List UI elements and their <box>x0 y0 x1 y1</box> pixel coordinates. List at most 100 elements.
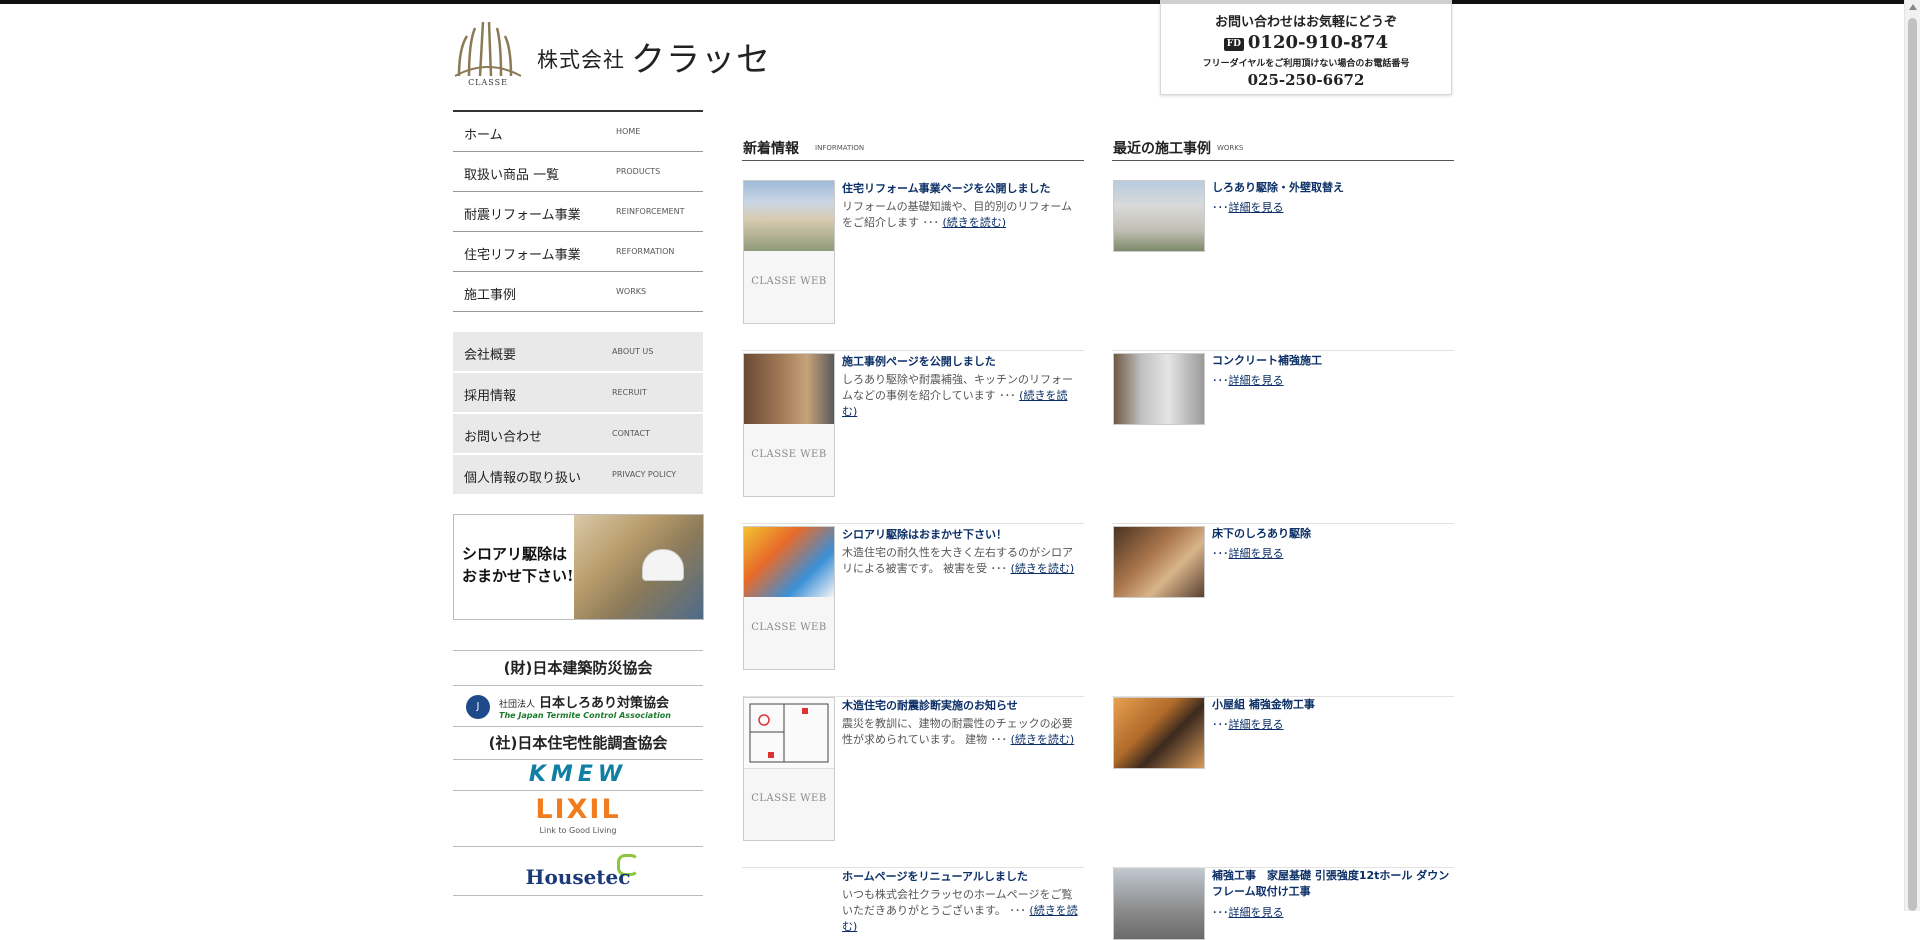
work-item: しろあり駆除・外壁取替え ･･･詳細を見る <box>1112 180 1454 351</box>
nav-label-jp: 住宅リフォーム事業 <box>464 248 581 263</box>
housetec-logo: Housetec <box>525 865 631 889</box>
logo-mark-icon: CLASSE <box>454 21 522 86</box>
nav-item-contact[interactable]: お問い合わせ CONTACT <box>453 414 703 454</box>
scroll-up-icon[interactable] <box>1909 4 1917 10</box>
scrollbar-thumb[interactable] <box>1908 18 1917 911</box>
news-title[interactable]: ホームページをリニューアルしました <box>842 868 1082 884</box>
news-thumbnail[interactable]: CLASSE WEB <box>743 353 835 497</box>
page-scrollbar[interactable] <box>1904 0 1920 911</box>
floorplan-icon <box>744 698 834 769</box>
partner-links: (財)日本建築防災協会 J 社団法人 日本しろあり対策協会 The Japan T… <box>453 650 703 896</box>
partner-housetec[interactable]: Housetec <box>453 847 703 896</box>
work-title[interactable]: 小屋組 補強金物工事 <box>1212 697 1452 713</box>
secondary-nav: 会社概要 ABOUT US 採用情報 RECRUIT お問い合わせ CONTACT 個… <box>453 332 703 496</box>
work-thumbnail[interactable] <box>1113 526 1205 598</box>
partner-lixil[interactable]: LIXIL Link to Good Living <box>453 791 703 847</box>
lixil-tagline: Link to Good Living <box>539 826 617 835</box>
termite-association-prefix: 社団法人 <box>499 700 536 710</box>
freedial-number[interactable]: FD 0120-910-874 <box>1161 32 1451 53</box>
nav-item-about[interactable]: 会社概要 ABOUT US <box>453 332 703 372</box>
floorplan-drawing-icon <box>749 703 829 763</box>
nav-label-en: PRIVACY POLICY <box>612 470 677 479</box>
building-photo-icon <box>744 354 834 424</box>
main-nav: ホーム HOME 取扱い商品 一覧 PRODUCTS 耐震リフォーム事業 REINFO… <box>453 110 703 312</box>
company-prefix: 株式会社 <box>537 48 625 72</box>
news-item: ホームページをリニューアルしました いつも株式会社クラッセのホームページをご覧い… <box>742 868 1084 933</box>
work-thumbnail[interactable] <box>1113 697 1205 769</box>
work-thumbnail[interactable] <box>1113 180 1205 252</box>
work-item: 床下のしろあり駆除 ･･･詳細を見る <box>1112 526 1454 697</box>
news-body: リフォームの基礎知識や、目的別のリフォームをご紹介します ･･･ (続きを読む) <box>842 200 1073 229</box>
nav-label-en: WORKS <box>616 287 647 296</box>
work-title[interactable]: コンクリート補強施工 <box>1212 353 1452 369</box>
site-logo[interactable]: CLASSE 株式会社 クラッセ <box>453 18 770 88</box>
nav-item-recruit[interactable]: 採用情報 RECRUIT <box>453 373 703 413</box>
partner-termite-association[interactable]: J 社団法人 日本しろあり対策協会 The Japan Termite Contr… <box>453 686 703 727</box>
work-thumbnail[interactable] <box>1113 868 1205 940</box>
works-title-en: WORKS <box>1217 144 1244 152</box>
work-title[interactable]: しろあり駆除・外壁取替え <box>1212 180 1452 196</box>
news-section-title: 新着情報 INFORMATION <box>742 136 1084 161</box>
work-thumbnail[interactable] <box>1113 353 1205 425</box>
news-item: CLASSE WEB 住宅リフォーム事業ページを公開しました リフォームの基礎知… <box>742 180 1084 351</box>
work-detail-link[interactable]: ･･･詳細を見る <box>1212 716 1284 732</box>
read-more-link[interactable]: (続きを読む) <box>943 216 1007 229</box>
nav-label-jp: 採用情報 <box>464 389 517 404</box>
contact-note: フリーダイヤルをご利用頂けない場合のお電話番号 <box>1202 59 1410 69</box>
nav-label-en: REFORMATION <box>616 247 675 256</box>
nav-item-privacy[interactable]: 個人情報の取り扱い PRIVACY POLICY <box>453 455 703 495</box>
news-title[interactable]: 施工事例ページを公開しました <box>842 353 1082 369</box>
lixil-logo: LIXIL <box>535 794 621 825</box>
news-thumbnail[interactable]: CLASSE WEB <box>743 697 835 841</box>
works-title-jp: 最近の施工事例 <box>1113 141 1211 157</box>
partner-housing-performance[interactable]: (社)日本住宅性能調査協会 <box>453 727 703 760</box>
work-detail-link[interactable]: ･･･詳細を見る <box>1212 372 1284 388</box>
news-item: CLASSE WEB 施工事例ページを公開しました しろあり駆除や耐震補強、キッ… <box>742 353 1084 524</box>
company-name: 株式会社 クラッセ <box>537 32 771 81</box>
partner-building-disaster[interactable]: (財)日本建築防災協会 <box>453 650 703 686</box>
nav-label-jp: 取扱い商品 一覧 <box>464 168 560 183</box>
termite-flyer-icon <box>744 527 834 597</box>
nav-label-jp: 施工事例 <box>464 288 517 303</box>
banner-line1: シロアリ駆除は <box>462 545 568 563</box>
news-title[interactable]: 木造住宅の耐震診断実施のお知らせ <box>842 697 1082 713</box>
partner-kmew[interactable]: KMEW <box>453 760 703 791</box>
nav-item-products[interactable]: 取扱い商品 一覧 PRODUCTS <box>453 152 703 192</box>
nav-label-jp: 個人情報の取り扱い <box>464 471 582 486</box>
news-thumbnail[interactable]: CLASSE WEB <box>743 180 835 324</box>
nav-item-works[interactable]: 施工事例 WORKS <box>453 272 703 312</box>
banner-text: シロアリ駆除は おまかせ下さい! <box>462 543 574 587</box>
nav-label-en: REINFORCEMENT <box>616 207 685 216</box>
news-title[interactable]: シロアリ駆除はおまかせ下さい！ <box>842 526 1082 542</box>
work-title[interactable]: 補強工事 家屋基礎 引張強度12tホール ダウンフレーム取付け工事 <box>1212 868 1452 900</box>
thumb-label: CLASSE WEB <box>751 793 827 804</box>
termite-banner[interactable]: シロアリ駆除は おまかせ下さい! <box>453 514 704 620</box>
work-detail-link[interactable]: ･･･詳細を見る <box>1212 904 1284 920</box>
termite-association-icon: J <box>466 695 490 719</box>
termite-association-en: The Japan Termite Control Association <box>499 711 671 720</box>
thumb-label: CLASSE WEB <box>751 276 827 287</box>
work-title[interactable]: 床下のしろあり駆除 <box>1212 526 1452 542</box>
work-detail-link[interactable]: ･･･詳細を見る <box>1212 199 1284 215</box>
work-item: 小屋組 補強金物工事 ･･･詳細を見る <box>1112 697 1454 868</box>
work-detail-link[interactable]: ･･･詳細を見る <box>1212 545 1284 561</box>
nav-item-home[interactable]: ホーム HOME <box>453 112 703 152</box>
nav-label-en: ABOUT US <box>612 347 654 356</box>
nav-label-jp: お問い合わせ <box>464 430 543 445</box>
logo-sub: CLASSE <box>468 78 508 86</box>
news-body: 震災を教訓に、建物の耐震性のチェックの必要性が求められています。 建物 ･･･ … <box>842 717 1075 746</box>
nav-label-en: RECRUIT <box>612 388 647 397</box>
nav-item-reformation[interactable]: 住宅リフォーム事業 REFORMATION <box>453 232 703 272</box>
news-thumbnail[interactable]: CLASSE WEB <box>743 526 835 670</box>
news-title[interactable]: 住宅リフォーム事業ページを公開しました <box>842 180 1082 196</box>
news-item: CLASSE WEB シロアリ駆除はおまかせ下さい！ 木造住宅の耐久性を大きく左… <box>742 526 1084 697</box>
nav-item-reinforcement[interactable]: 耐震リフォーム事業 REINFORCEMENT <box>453 192 703 232</box>
read-more-link[interactable]: (続きを読む) <box>1011 733 1075 746</box>
contact-box: お問い合わせはお気軽にどうぞ FD 0120-910-874 フリーダイヤルをご利… <box>1160 0 1452 95</box>
read-more-link[interactable]: (続きを読む) <box>1011 562 1075 575</box>
news-title-jp: 新着情報 <box>743 141 799 157</box>
nav-label-en: PRODUCTS <box>616 167 661 176</box>
nav-label-en: HOME <box>616 127 641 136</box>
nav-label-en: CONTACT <box>612 429 650 438</box>
phone-number[interactable]: 025-250-6672 <box>1161 71 1451 89</box>
